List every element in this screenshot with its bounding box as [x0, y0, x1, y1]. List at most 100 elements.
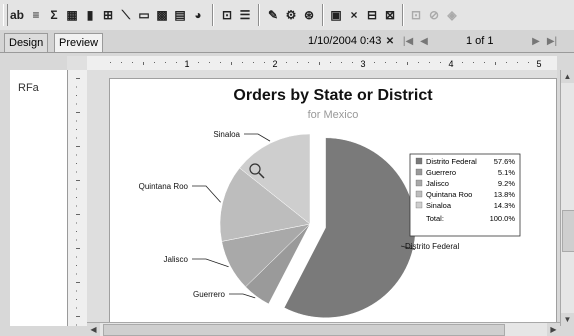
- ruler-tick: [76, 112, 80, 113]
- ruler-tick: [76, 188, 77, 190]
- ruler-tick: [76, 248, 80, 249]
- horizontal-ruler-ticks: 1 2 3 4 5: [110, 59, 542, 69]
- chart-legend: Distrito Federal 57.6% Guerrero 5.1% Jalisco…: [409, 153, 521, 237]
- disabled-tool-button[interactable]: ◈: [444, 6, 460, 24]
- sum-button[interactable]: Σ: [46, 6, 62, 24]
- ruler-tick: [76, 214, 80, 215]
- ruler-tick: [231, 62, 232, 65]
- slice-label: Distrito Federal: [405, 242, 459, 251]
- leader-line: [192, 185, 221, 203]
- pie-button[interactable]: ◕: [190, 6, 206, 24]
- legend-label: Distrito Federal: [426, 157, 477, 166]
- group-button[interactable]: ⊟: [364, 6, 380, 24]
- settings-button[interactable]: ⚙: [283, 6, 299, 24]
- table-button[interactable]: ▦: [64, 6, 80, 24]
- vertical-ruler: [67, 70, 88, 326]
- first-page-icon[interactable]: |◀: [402, 34, 414, 48]
- legend-swatch: [415, 179, 423, 187]
- disabled-tool-button[interactable]: ⊡: [408, 6, 424, 24]
- ruler-tick: [297, 62, 298, 63]
- scroll-thumb[interactable]: [562, 210, 574, 252]
- rectangle-button[interactable]: ▭: [136, 6, 152, 24]
- horizontal-scrollbar[interactable]: ◀ ▶: [87, 322, 560, 336]
- ruler-label: 1: [184, 59, 189, 69]
- legend-label: Quintana Roo: [426, 190, 472, 199]
- ruler-tick: [76, 205, 77, 207]
- scroll-right-icon[interactable]: ▶: [547, 323, 560, 336]
- pie-chart[interactable]: Distrito Federal Guerrero Jalisco Quintana …: [110, 79, 556, 326]
- legend-total-label: Total:: [426, 214, 444, 223]
- legend-swatch: [415, 190, 423, 198]
- ruler-tick: [418, 62, 419, 63]
- ruler-tick: [429, 62, 430, 63]
- ruler-tick: [319, 62, 320, 65]
- tab-design[interactable]: Design: [4, 33, 49, 52]
- scroll-left-icon[interactable]: ◀: [87, 323, 100, 336]
- ruler-tick: [110, 62, 111, 63]
- format-painter-button[interactable]: ✎: [265, 6, 281, 24]
- text-box-button[interactable]: ab: [8, 6, 26, 24]
- line-button[interactable]: ⟍: [118, 6, 134, 24]
- ruler-tick: [198, 62, 199, 63]
- ruler-tick: [76, 231, 77, 232]
- image-button[interactable]: ▩: [154, 6, 170, 24]
- page-indicator: 1 of 1: [466, 35, 494, 47]
- properties-button[interactable]: ⊡: [219, 6, 235, 24]
- ruler-tick: [220, 62, 221, 63]
- scroll-thumb[interactable]: [103, 324, 505, 336]
- ruler-tick: [264, 62, 265, 63]
- layout-button[interactable]: ⊛: [301, 6, 317, 24]
- ruler-tick: [374, 62, 375, 63]
- section-panel: RFa: [10, 70, 68, 326]
- next-page-icon[interactable]: ▶: [530, 34, 542, 48]
- delete-button[interactable]: ×: [346, 6, 362, 24]
- scroll-down-icon[interactable]: ▼: [561, 313, 574, 326]
- slice-label: Jalisco: [164, 255, 189, 264]
- ruler-tick: [76, 163, 77, 164]
- toolbar-separator: [402, 4, 403, 26]
- chart-button[interactable]: ▮: [82, 6, 98, 24]
- report-page: Orders by State or District for Mexico D…: [109, 78, 557, 327]
- ruler-tick: [76, 78, 80, 79]
- align-button[interactable]: ▣: [328, 6, 344, 24]
- ruler-tick: [385, 62, 386, 63]
- ruler-label: 3: [360, 59, 365, 69]
- ruler-tick: [76, 299, 77, 300]
- legend-value: 13.8%: [494, 190, 516, 199]
- ruler-tick: [242, 62, 243, 63]
- matrix-button[interactable]: ⊞: [100, 6, 116, 24]
- ruler-label: 4: [448, 59, 453, 69]
- section-label[interactable]: RFa: [18, 82, 39, 94]
- ruler-tick: [76, 316, 80, 317]
- preview-button[interactable]: ⊠: [382, 6, 398, 24]
- leader-line: [229, 293, 256, 299]
- toolbar-separator: [322, 4, 323, 26]
- ruler-tick: [528, 62, 529, 63]
- ruler-tick: [76, 86, 77, 88]
- ruler-tick: [308, 62, 309, 63]
- ruler-tick: [462, 62, 463, 63]
- ruler-tick: [495, 62, 496, 65]
- previous-page-icon[interactable]: ◀: [418, 34, 430, 48]
- vertical-scrollbar[interactable]: ▲ ▼: [560, 70, 574, 326]
- legend-value: 5.1%: [498, 168, 515, 177]
- legend-value: 57.6%: [494, 157, 516, 166]
- last-page-icon[interactable]: ▶|: [546, 34, 558, 48]
- ruler-tick: [76, 137, 77, 139]
- close-icon[interactable]: ✕: [384, 34, 396, 48]
- disabled-tool-button[interactable]: ⊘: [426, 6, 442, 24]
- ruler-tick: [76, 180, 80, 181]
- scroll-up-icon[interactable]: ▲: [561, 70, 574, 83]
- list-button[interactable]: ≡: [28, 6, 44, 24]
- ruler-tick: [209, 62, 210, 63]
- tab-preview[interactable]: Preview: [54, 33, 104, 52]
- leader-line: [192, 258, 229, 268]
- ruler-tick: [484, 62, 485, 63]
- ruler-tick: [143, 62, 144, 65]
- subreport-button[interactable]: ▤: [172, 6, 188, 24]
- vertical-ruler-ticks: [76, 78, 80, 326]
- ruler-tick: [76, 239, 77, 241]
- ruler-tick: [76, 307, 77, 309]
- toolbar-separator: [258, 4, 259, 26]
- fields-button[interactable]: ☰: [237, 6, 253, 24]
